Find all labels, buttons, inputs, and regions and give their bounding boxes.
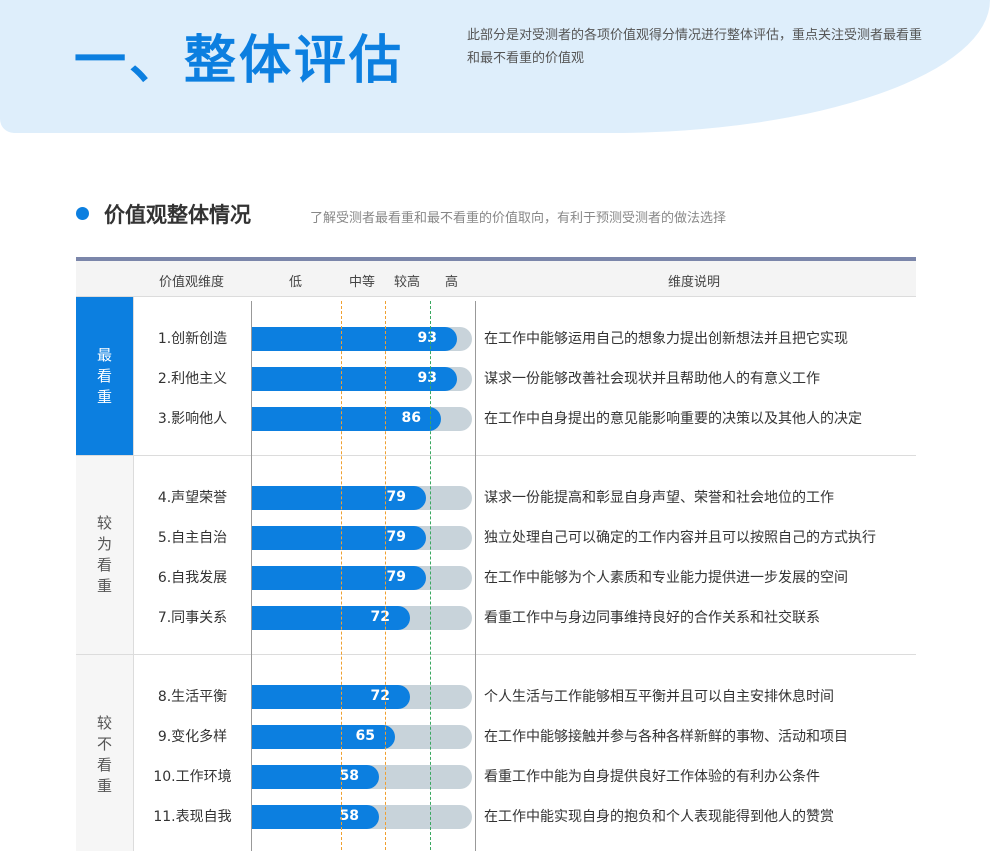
bar-column-right-border (475, 301, 476, 851)
dimension-description: 看重工作中与身边同事维持良好的合作关系和社交联系 (484, 610, 820, 626)
score-bar-track: 93 (251, 327, 472, 351)
score-bar-track: 86 (251, 407, 472, 431)
section-subtitle: 了解受测者最看重和最不看重的价值取向，有利于预测受测者的做法选择 (310, 211, 727, 226)
medium-threshold-line (341, 301, 342, 851)
dimension-name: 10.工作环境 (153, 769, 232, 785)
score-bar: 58 (251, 805, 379, 829)
section-title: 价值观整体情况 (104, 203, 251, 227)
score-bar-track: 79 (251, 526, 472, 550)
page-description: 此部分是对受测者的各项价值观得分情况进行整体评估，重点关注受测者最看重和最不看重… (467, 28, 923, 66)
dimension-description: 在工作中能够运用自己的想象力提出创新想法并且把它实现 (484, 331, 848, 347)
page-title: 一、整体评估 (74, 31, 405, 91)
dimension-description: 谋求一份能够改善社会现状并且帮助他人的有意义工作 (484, 371, 820, 387)
score-value: 58 (339, 808, 359, 824)
dimension-name: 8.生活平衡 (157, 689, 228, 705)
score-value: 65 (355, 728, 375, 744)
dimension-name: 9.变化多样 (157, 729, 228, 745)
header-dimension: 价值观维度 (159, 275, 225, 290)
score-bar: 93 (251, 327, 457, 351)
dimension-description: 在工作中能够为个人素质和专业能力提供进一步发展的空间 (484, 570, 848, 586)
value-group: 较为看重 4.声望荣誉 79 谋求一份能提高和彰显自身声望、荣誉和社会地位的工作 5.自… (76, 456, 916, 655)
score-bar-track: 65 (251, 725, 472, 749)
score-value: 79 (386, 529, 406, 545)
score-value: 72 (370, 688, 390, 704)
values-table: 价值观维度 低 中等 较高 高 维度说明 最看重 1.创新创造 93 在工作中能够运用… (76, 257, 916, 851)
score-bar: 86 (251, 407, 441, 431)
dimension-name: 2.利他主义 (157, 371, 228, 387)
score-bar: 65 (251, 725, 395, 749)
header-medium: 中等 (349, 275, 376, 290)
high-threshold-line (430, 301, 431, 851)
score-value: 93 (417, 330, 437, 346)
dimension-name: 4.声望荣誉 (157, 490, 228, 506)
score-bar: 93 (251, 367, 457, 391)
dimension-description: 看重工作中能为自身提供良好工作体验的有利办公条件 (484, 769, 820, 785)
group-label: 较为看重 (76, 456, 134, 654)
score-value: 79 (386, 489, 406, 505)
dimension-name: 1.创新创造 (157, 331, 228, 347)
dimension-description: 在工作中能够接触并参与各种各样新鲜的事物、活动和项目 (484, 729, 848, 745)
dimension-name: 6.自我发展 (157, 570, 228, 586)
header-low: 低 (289, 275, 303, 290)
header-high: 高 (445, 275, 459, 290)
higher-threshold-line (385, 301, 386, 851)
header-higher: 较高 (394, 275, 421, 290)
dimension-description: 谋求一份能提高和彰显自身声望、荣誉和社会地位的工作 (484, 490, 834, 506)
value-group: 最看重 1.创新创造 93 在工作中能够运用自己的想象力提出创新想法并且把它实现 2.利… (76, 297, 916, 456)
score-value: 79 (386, 569, 406, 585)
score-value: 72 (370, 609, 390, 625)
header-description: 维度说明 (668, 275, 721, 290)
dimension-description: 个人生活与工作能够相互平衡并且可以自主安排休息时间 (484, 689, 834, 705)
score-bar-track: 72 (251, 606, 472, 630)
dimension-description: 在工作中自身提出的意见能影响重要的决策以及其他人的决定 (484, 411, 862, 427)
group-label: 较不看重 (76, 655, 134, 851)
score-bar-track: 93 (251, 367, 472, 391)
score-bar: 72 (251, 685, 410, 709)
score-bar: 79 (251, 486, 426, 510)
value-group: 较不看重 8.生活平衡 72 个人生活与工作能够相互平衡并且可以自主安排休息时间 9.变… (76, 655, 916, 851)
dimension-description: 在工作中能实现自身的抱负和个人表现能得到他人的赞赏 (484, 809, 834, 825)
dimension-name: 5.自主自治 (157, 530, 228, 546)
score-bar: 79 (251, 526, 426, 550)
dimension-name: 3.影响他人 (157, 411, 228, 427)
dimension-name: 7.同事关系 (157, 610, 228, 626)
score-bar-track: 79 (251, 486, 472, 510)
score-bar: 79 (251, 566, 426, 590)
score-bar-track: 79 (251, 566, 472, 590)
score-bar-track: 72 (251, 685, 472, 709)
score-bar: 72 (251, 606, 410, 630)
score-value: 86 (401, 410, 421, 426)
score-bar: 58 (251, 765, 379, 789)
section-bullet-icon (76, 207, 89, 220)
bar-column-left-border (251, 301, 252, 851)
score-bar-track: 58 (251, 765, 472, 789)
score-value: 58 (339, 768, 359, 784)
group-label: 最看重 (76, 297, 134, 455)
dimension-description: 独立处理自己可以确定的工作内容并且可以按照自己的方式执行 (484, 530, 876, 546)
table-header: 价值观维度 低 中等 较高 高 维度说明 (76, 261, 916, 297)
score-value: 93 (417, 370, 437, 386)
score-bar-track: 58 (251, 805, 472, 829)
dimension-name: 11.表现自我 (153, 809, 232, 825)
